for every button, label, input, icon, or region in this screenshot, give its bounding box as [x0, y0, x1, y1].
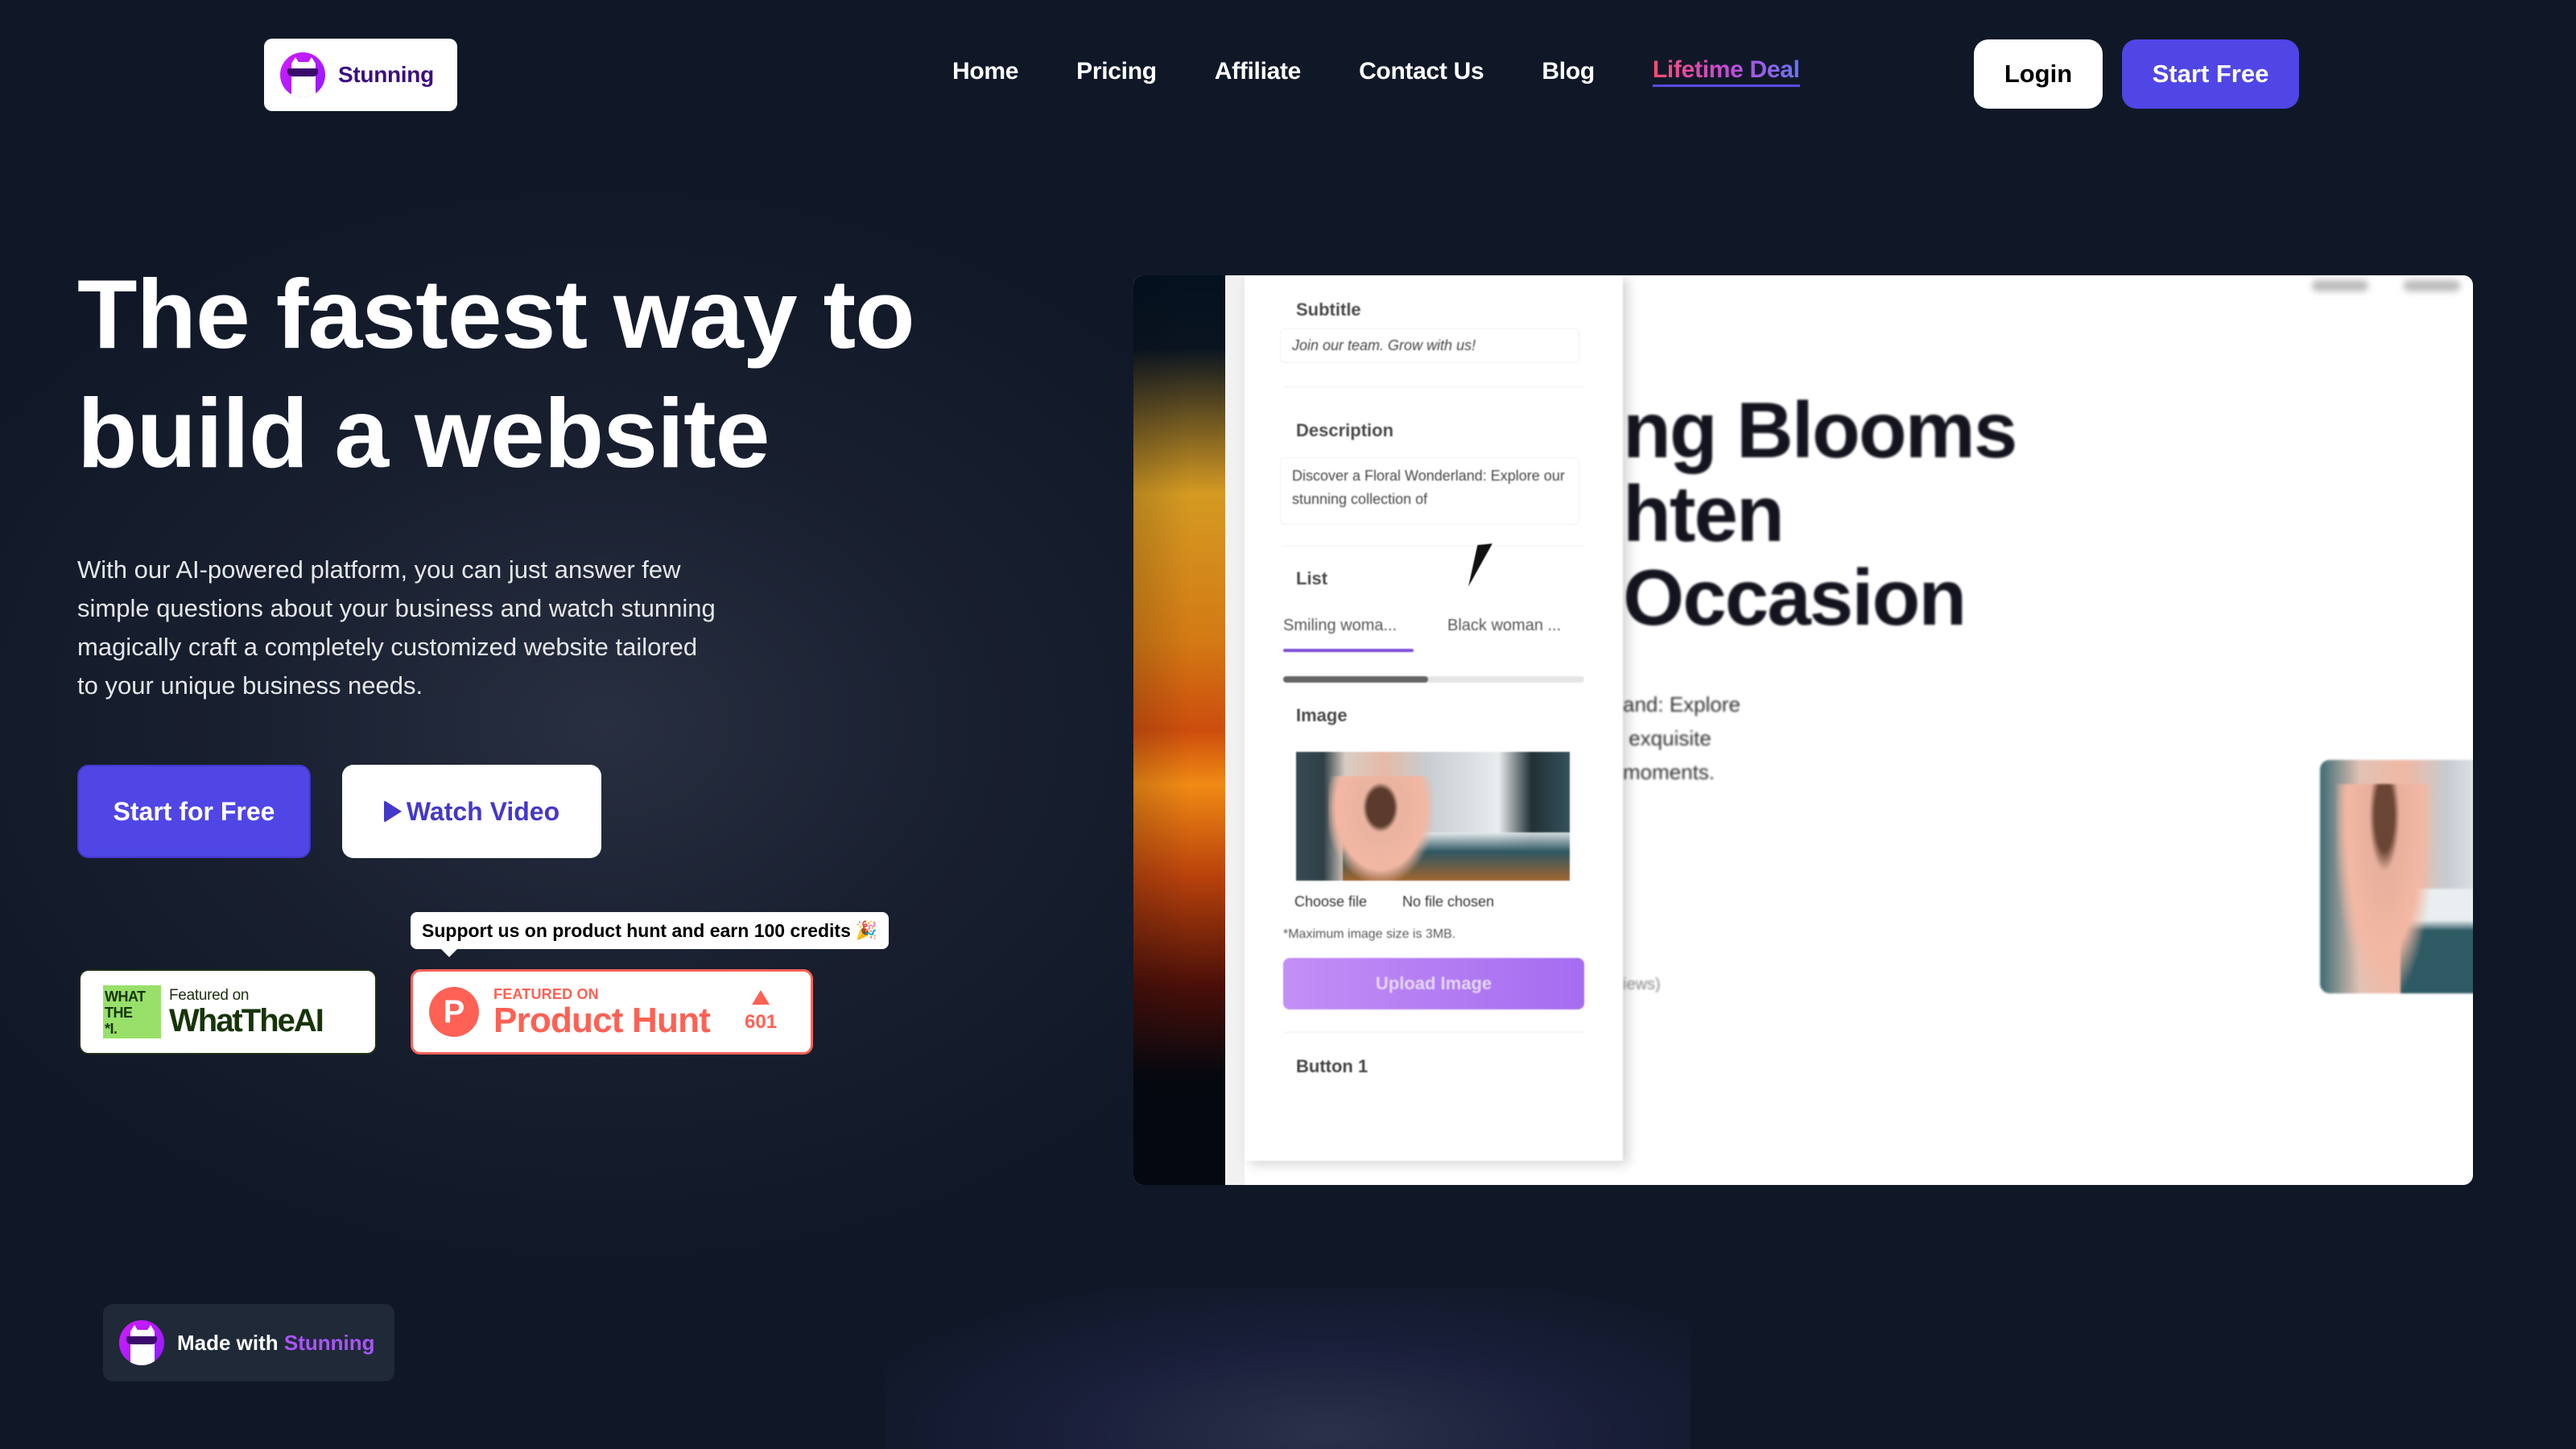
product-preview[interactable]: Subtitle Join our team. Grow with us! De… — [1133, 275, 2473, 1185]
subtitle-label: Subtitle — [1296, 299, 1361, 320]
site-headline: ng Blooms hten Occasion — [1623, 386, 2017, 642]
list-tab-smiling-woman[interactable]: Smiling woma... — [1283, 617, 1414, 652]
vote-count: 601 — [745, 1011, 778, 1033]
image-size-hint: *Maximum image size is 3MB. — [1283, 927, 1456, 941]
login-button[interactable]: Login — [1974, 39, 2103, 109]
wta-name: WhatTheAI — [169, 1003, 324, 1038]
made-with-stunning-badge[interactable]: Made with Stunning — [103, 1304, 394, 1381]
party-popper-icon: 🎉 — [855, 920, 878, 940]
ph-name: Product Hunt — [493, 1000, 711, 1040]
button1-label: Button 1 — [1296, 1056, 1368, 1076]
made-with-text: Made with Stunning — [177, 1331, 375, 1356]
site-nav-item — [2312, 280, 2368, 291]
list-label: List — [1296, 568, 1328, 588]
description-label: Description — [1296, 420, 1394, 440]
producthunt-badge[interactable]: P FEATURED ON Product Hunt 601 — [411, 969, 813, 1055]
image-thumbnail — [1296, 752, 1570, 881]
made-with-brand: Stunning — [283, 1330, 375, 1355]
logo-link[interactable]: Stunning — [264, 39, 457, 111]
upload-image-button[interactable]: Upload Image — [1283, 958, 1584, 1009]
site-photo-main — [2320, 760, 2473, 993]
subtitle-input[interactable]: Join our team. Grow with us! — [1280, 328, 1579, 363]
nav-lifetime-deal[interactable]: Lifetime Deal — [1652, 56, 1800, 87]
list-scrollbar-thumb[interactable] — [1283, 676, 1428, 683]
whattheai-badge[interactable]: WHAT THE *I. Featured on WhatTheAI — [79, 969, 377, 1055]
divider — [1283, 1032, 1584, 1033]
producthunt-votes: 601 — [745, 990, 777, 1034]
main-nav: Home Pricing Affiliate Contact Us Blog L… — [952, 56, 1800, 87]
editor-panel: Subtitle Join our team. Grow with us! De… — [1245, 275, 1623, 1161]
nav-affiliate[interactable]: Affiliate — [1215, 58, 1302, 85]
divider — [1283, 386, 1584, 387]
logo-text: Stunning — [338, 62, 434, 87]
nav-blog[interactable]: Blog — [1542, 58, 1595, 85]
cat-sunglasses-icon — [119, 1320, 164, 1365]
start-free-button[interactable]: Start Free — [2122, 39, 2299, 109]
nav-contact-us[interactable]: Contact Us — [1359, 58, 1484, 85]
no-file-text: No file chosen — [1402, 894, 1495, 910]
wta-logo-line: *I. — [105, 1021, 118, 1037]
whattheai-text: Featured on WhatTheAI — [169, 987, 324, 1038]
nav-pricing[interactable]: Pricing — [1076, 58, 1157, 85]
wta-logo-line: THE — [105, 1005, 133, 1021]
divider — [1283, 546, 1584, 547]
site-nav-item — [2404, 280, 2460, 291]
description-textarea[interactable]: Discover a Floral Wonderland: Explore ou… — [1280, 457, 1579, 525]
producthunt-tooltip: Support us on product hunt and earn 100 … — [411, 912, 890, 957]
producthunt-logo-icon: P — [429, 987, 479, 1037]
hero-title: The fastest way to build a website — [77, 259, 915, 488]
preview-wallpaper — [1133, 275, 1225, 1185]
site-preview: ng Blooms hten Occasion and: Explore exq… — [1623, 275, 2473, 1185]
site-reviews: iews) — [1623, 976, 1661, 993]
whattheai-logo: WHAT THE *I. — [103, 985, 161, 1038]
list-tab-black-woman[interactable]: Black woman ... — [1447, 617, 1561, 635]
start-for-free-button[interactable]: Start for Free — [77, 765, 311, 858]
nav-home[interactable]: Home — [952, 58, 1018, 85]
cat-sunglasses-icon — [280, 52, 325, 97]
choose-file-button[interactable]: Choose file — [1294, 894, 1367, 910]
image-label: Image — [1296, 705, 1348, 725]
made-with-prefix: Made with — [177, 1330, 279, 1355]
site-header: Stunning Home Pricing Affiliate Contact … — [0, 0, 2576, 148]
wta-logo-line: WHAT — [105, 989, 146, 1005]
list-scrollbar[interactable] — [1283, 676, 1584, 683]
tooltip-text: Support us on product hunt and earn 100 … — [422, 919, 851, 941]
upvote-arrow-icon — [752, 990, 770, 1005]
watch-video-button[interactable]: Watch Video — [342, 765, 601, 858]
watch-video-label: Watch Video — [406, 796, 560, 826]
bottom-background-glow — [886, 1288, 1690, 1449]
site-description: and: Explore exquisite moments. — [1623, 692, 1740, 784]
hero-description: With our AI-powered platform, you can ju… — [77, 555, 716, 700]
play-icon — [383, 800, 402, 823]
producthunt-text: FEATURED ON Product Hunt — [493, 986, 735, 1038]
wta-featured-on: Featured on — [169, 987, 250, 1004]
preview-edge — [1225, 275, 1245, 1185]
